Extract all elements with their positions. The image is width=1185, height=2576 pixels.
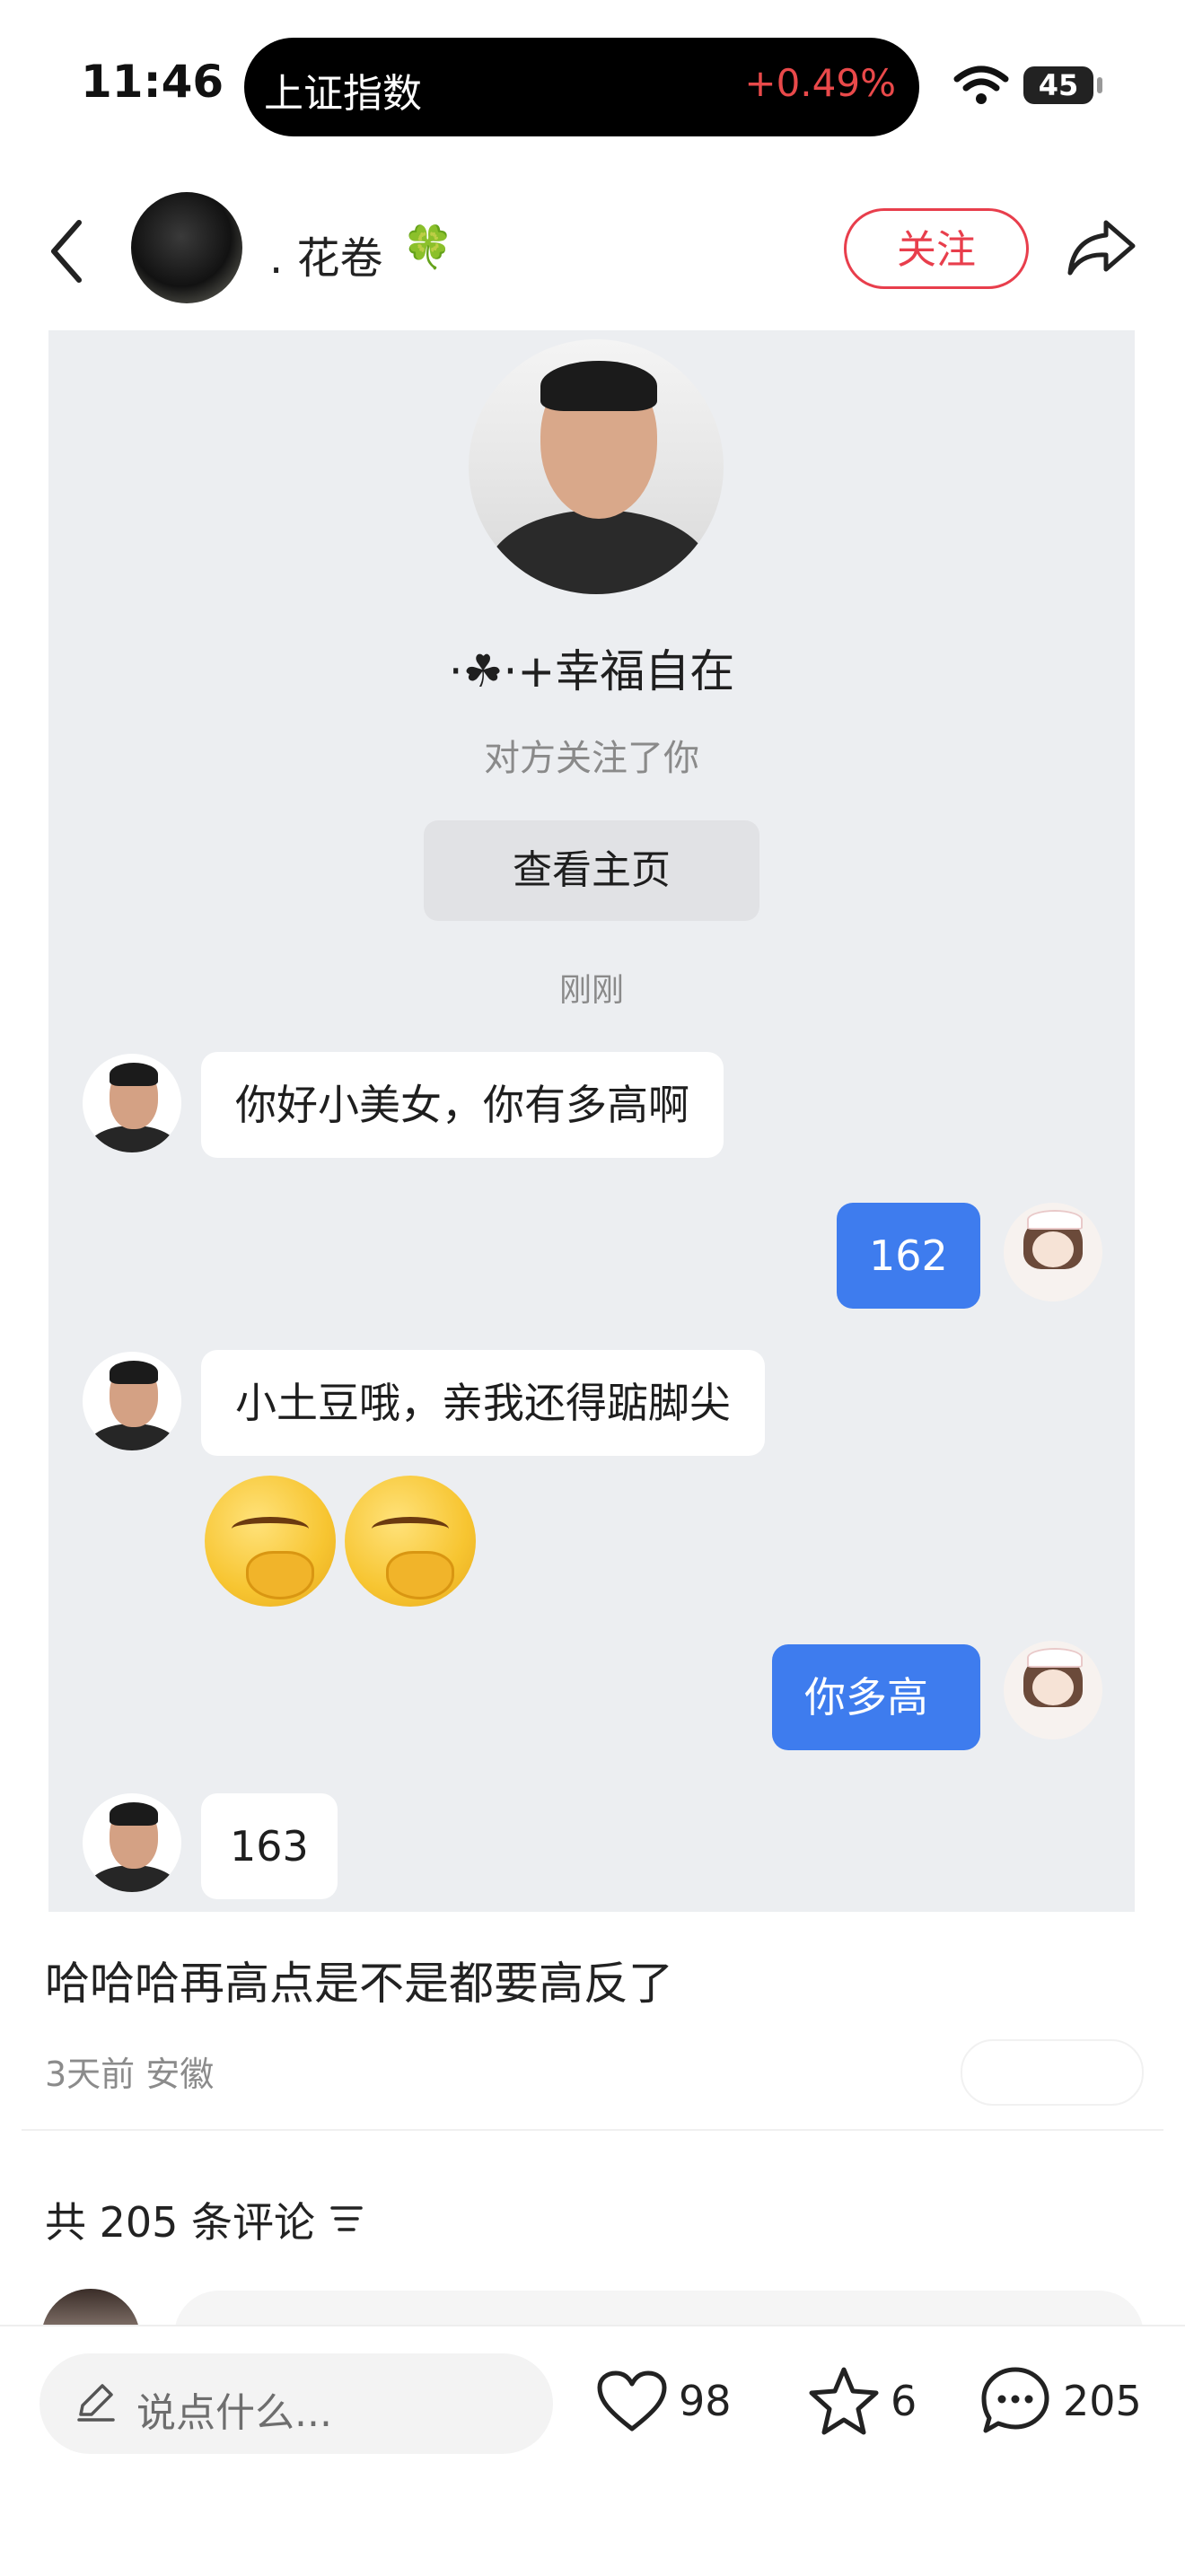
chat-bubble-left: 小土豆哦，亲我还得踮脚尖 bbox=[201, 1350, 765, 1456]
profile-photo bbox=[469, 339, 724, 594]
battery-icon: 45 bbox=[1023, 66, 1093, 104]
divider bbox=[22, 2129, 1163, 2131]
comment-count[interactable]: 205 bbox=[1063, 2377, 1142, 2425]
chat-timestamp: 刚刚 bbox=[558, 972, 624, 1009]
chat-bubble-left: 你好小美女，你有多高啊 bbox=[201, 1052, 724, 1158]
chat-bubble-right: 162 bbox=[837, 1203, 980, 1309]
comment-placeholder: 说点什么... bbox=[136, 2390, 332, 2436]
meta-pill[interactable] bbox=[961, 2039, 1144, 2106]
author-name[interactable]: . 花卷 bbox=[269, 223, 383, 285]
dynamic-island-ticker[interactable]: 上证指数 +0.49% bbox=[244, 38, 919, 136]
chat-bubble-right: 你多高 bbox=[772, 1644, 980, 1750]
post-image[interactable]: ·☘·+幸福自在 对方关注了你 查看主页 刚刚 你好小美女，你有多高啊 162 … bbox=[48, 330, 1135, 1912]
clover-emoji: 🍀 bbox=[402, 223, 454, 271]
receiver-avatar bbox=[1004, 1203, 1102, 1301]
battery-nub bbox=[1097, 77, 1102, 93]
star-count[interactable]: 6 bbox=[891, 2377, 917, 2425]
heart-icon[interactable] bbox=[596, 2370, 668, 2434]
shy-emoji bbox=[345, 1476, 476, 1607]
back-arrow-icon[interactable] bbox=[45, 215, 86, 287]
status-time: 11:46 bbox=[81, 56, 224, 108]
sender-avatar bbox=[83, 1054, 181, 1152]
post-caption: 哈哈哈再高点是不是都要高反了 bbox=[45, 1958, 673, 2010]
profile-name: ·☘·+幸福自在 bbox=[448, 645, 735, 697]
wifi-icon bbox=[953, 66, 1009, 104]
comment-bubble-icon[interactable] bbox=[979, 2364, 1052, 2438]
comments-count-title: 共 205 条评论 bbox=[45, 2198, 316, 2247]
follow-button[interactable]: 关注 bbox=[844, 208, 1029, 289]
ticker-name: 上证指数 bbox=[264, 71, 422, 117]
share-icon[interactable] bbox=[1065, 212, 1138, 284]
profile-subtitle: 对方关注了你 bbox=[484, 738, 699, 779]
ticker-change: +0.49% bbox=[744, 61, 896, 105]
sender-avatar bbox=[83, 1352, 181, 1450]
shy-emoji bbox=[205, 1476, 336, 1607]
sender-avatar bbox=[83, 1793, 181, 1892]
receiver-avatar bbox=[1004, 1641, 1102, 1739]
star-icon[interactable] bbox=[806, 2364, 882, 2436]
view-homepage-button: 查看主页 bbox=[424, 820, 759, 921]
chat-bubble-left: 163 bbox=[201, 1793, 338, 1899]
author-avatar[interactable] bbox=[131, 192, 242, 303]
pencil-icon bbox=[77, 2384, 115, 2422]
sort-filter-icon[interactable] bbox=[329, 2203, 364, 2235]
like-count[interactable]: 98 bbox=[679, 2377, 732, 2425]
post-meta: 3天前 安徽 bbox=[45, 2055, 215, 2094]
